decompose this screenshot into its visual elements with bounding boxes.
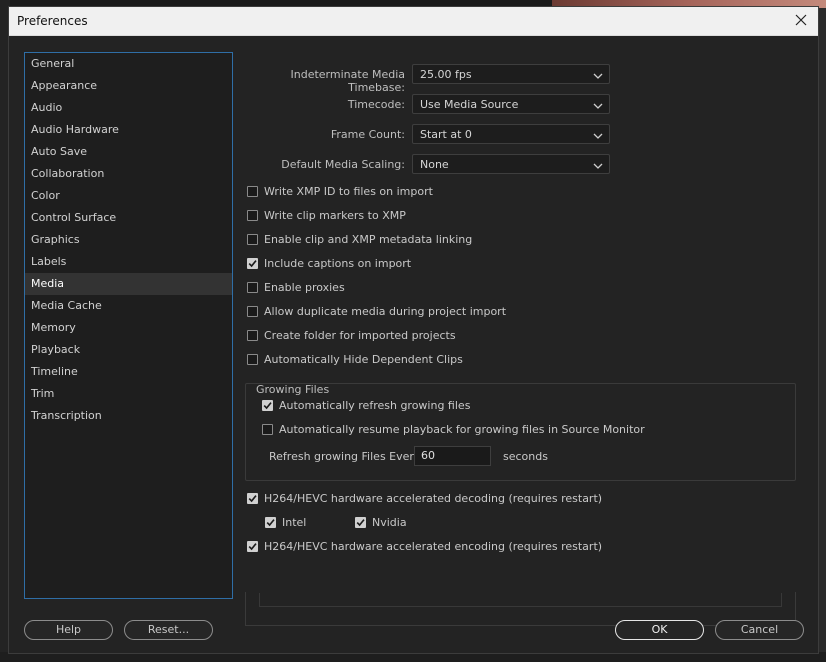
refresh-unit-label: seconds [503, 450, 548, 463]
frame-count-value: Start at 0 [420, 128, 472, 141]
scaling-value: None [420, 158, 449, 171]
hide-dependent-checkbox[interactable]: Automatically Hide Dependent Clips [247, 353, 463, 366]
title-bar[interactable]: Preferences [9, 7, 818, 36]
checkbox-box [355, 517, 366, 528]
intel-label: Intel [282, 516, 307, 529]
create-folder-label: Create folder for imported projects [264, 329, 456, 342]
category-item[interactable]: Playback [25, 339, 232, 361]
checkbox-box [247, 186, 258, 197]
category-item[interactable]: Timeline [25, 361, 232, 383]
create-folder-checkbox[interactable]: Create folder for imported projects [247, 329, 456, 342]
checkbox-box [247, 210, 258, 221]
category-item[interactable]: Audio Hardware [25, 119, 232, 141]
checkbox-box [247, 282, 258, 293]
chevron-down-icon [593, 100, 603, 113]
nvidia-checkbox[interactable]: Nvidia [355, 516, 407, 529]
checkbox-box [265, 517, 276, 528]
growing-files-title: Growing Files [256, 383, 330, 396]
refresh-interval-label: Refresh growing Files Every [269, 450, 421, 463]
background-app-right [818, 0, 826, 662]
category-item[interactable]: Control Surface [25, 207, 232, 229]
clip-markers-label: Write clip markers to XMP [264, 209, 406, 222]
proxies-label: Enable proxies [264, 281, 345, 294]
cancel-button[interactable]: Cancel [715, 620, 804, 640]
preferences-dialog: Preferences General Appearance Audio Audio … [8, 6, 819, 654]
write-xmp-label: Write XMP ID to files on import [264, 185, 433, 198]
category-item[interactable]: Appearance [25, 75, 232, 97]
ok-button[interactable]: OK [615, 620, 704, 640]
duplicate-media-checkbox[interactable]: Allow duplicate media during project imp… [247, 305, 506, 318]
timebase-label: Indeterminate Media Timebase: [290, 68, 405, 94]
settings-inner-frame [259, 593, 782, 607]
close-icon [795, 14, 807, 29]
chevron-down-icon [593, 160, 603, 173]
category-list: General Appearance Audio Audio Hardware Auto… [24, 52, 233, 599]
chevron-down-icon [593, 70, 603, 83]
clip-markers-checkbox[interactable]: Write clip markers to XMP [247, 209, 406, 222]
frame-count-label: Frame Count: [330, 128, 405, 141]
category-item[interactable]: Memory [25, 317, 232, 339]
captions-checkbox[interactable]: Include captions on import [247, 257, 411, 270]
window-title: Preferences [17, 14, 88, 28]
auto-resume-checkbox[interactable]: Automatically resume playback for growin… [262, 423, 645, 436]
metadata-linking-checkbox[interactable]: Enable clip and XMP metadata linking [247, 233, 472, 246]
category-item[interactable]: Media [25, 273, 232, 295]
category-item[interactable]: Labels [25, 251, 232, 273]
proxies-checkbox[interactable]: Enable proxies [247, 281, 345, 294]
checkbox-box [262, 424, 273, 435]
close-button[interactable] [784, 7, 818, 35]
hw-decoding-label: H264/HEVC hardware accelerated decoding … [264, 492, 603, 505]
category-item[interactable]: Color [25, 185, 232, 207]
refresh-interval-input[interactable]: 60 [414, 446, 491, 466]
auto-refresh-label: Automatically refresh growing files [279, 399, 471, 412]
chevron-down-icon [593, 130, 603, 143]
reset-button[interactable]: Reset... [124, 620, 213, 640]
hw-encoding-checkbox[interactable]: H264/HEVC hardware accelerated encoding … [247, 540, 602, 553]
category-item[interactable]: Audio [25, 97, 232, 119]
help-button[interactable]: Help [24, 620, 113, 640]
checkbox-box [247, 234, 258, 245]
scaling-label: Default Media Scaling: [281, 158, 405, 171]
hw-encoding-label: H264/HEVC hardware accelerated encoding … [264, 540, 603, 553]
hide-dependent-label: Automatically Hide Dependent Clips [264, 353, 463, 366]
duplicate-media-label: Allow duplicate media during project imp… [264, 305, 507, 318]
timecode-value: Use Media Source [420, 98, 519, 111]
checkbox-box [247, 493, 258, 504]
nvidia-label: Nvidia [372, 516, 407, 529]
intel-checkbox[interactable]: Intel [265, 516, 306, 529]
checkbox-box [247, 354, 258, 365]
category-item[interactable]: Auto Save [25, 141, 232, 163]
auto-resume-label: Automatically resume playback for growin… [279, 423, 645, 436]
auto-refresh-checkbox[interactable]: Automatically refresh growing files [262, 399, 470, 412]
category-item[interactable]: Trim [25, 383, 232, 405]
checkbox-box [247, 258, 258, 269]
checkbox-box [247, 306, 258, 317]
category-item[interactable]: Collaboration [25, 163, 232, 185]
timecode-label: Timecode: [347, 98, 405, 111]
category-item[interactable]: Transcription [25, 405, 232, 427]
metadata-linking-label: Enable clip and XMP metadata linking [264, 233, 473, 246]
frame-count-dropdown[interactable]: Start at 0 [412, 124, 610, 144]
captions-label: Include captions on import [264, 257, 412, 270]
category-item[interactable]: Media Cache [25, 295, 232, 317]
category-item[interactable]: Graphics [25, 229, 232, 251]
category-item[interactable]: General [25, 53, 232, 75]
timecode-dropdown[interactable]: Use Media Source [412, 94, 610, 114]
timebase-value: 25.00 fps [420, 68, 472, 81]
timebase-dropdown[interactable]: 25.00 fps [412, 64, 610, 84]
checkbox-box [247, 330, 258, 341]
checkbox-box [262, 400, 273, 411]
scaling-dropdown[interactable]: None [412, 154, 610, 174]
write-xmp-checkbox[interactable]: Write XMP ID to files on import [247, 185, 433, 198]
hw-decoding-checkbox[interactable]: H264/HEVC hardware accelerated decoding … [247, 492, 602, 505]
checkbox-box [247, 541, 258, 552]
